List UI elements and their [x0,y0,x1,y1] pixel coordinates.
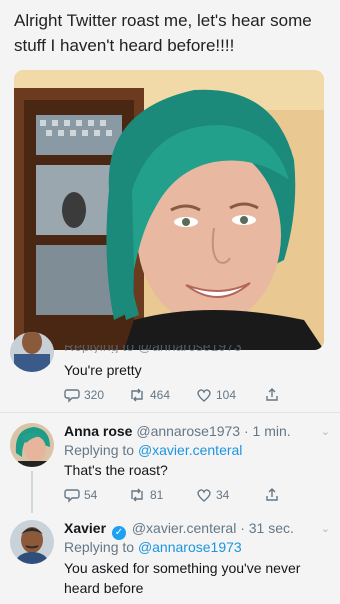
timestamp[interactable]: · 31 sec. [240,520,294,536]
retweet-button[interactable]: 81 [128,487,196,503]
chevron-down-icon[interactable]: ⌄ [321,425,330,438]
tweet-reply-2[interactable]: Anna rose @annarose1973 · 1 min. ⌄ Reply… [0,413,340,513]
user-handle[interactable]: @xavier.centeral [132,520,236,536]
verified-badge-icon: ✓ [111,526,126,540]
avatar[interactable] [10,423,54,467]
tweet-actions: 320 464 104 [64,387,280,403]
replying-to: Replying to @annarose1973 [64,539,242,555]
reply-button[interactable]: 54 [64,487,128,503]
like-button[interactable]: 104 [196,387,264,403]
replying-to-handle[interactable]: @xavier.centeral [138,442,242,458]
tweet-header: Anna rose @annarose1973 · 1 min. [64,423,291,439]
display-name[interactable]: Anna rose [64,423,132,439]
heart-icon [196,387,212,403]
replying-to-handle[interactable]: @annarose1973 [138,539,242,555]
replying-to: Replying to @xavier.centeral [64,442,242,458]
replying-to-label: Replying to [64,539,135,555]
tweet-text: You're pretty [64,362,142,378]
like-count: 104 [216,388,237,402]
tweet-reply-1[interactable]: Replying to @annarose1973 You're pretty … [0,332,340,418]
post-text: Alright Twitter roast me, let's hear som… [14,11,312,55]
selfie-photo[interactable] [14,70,324,350]
heart-icon [196,487,212,503]
display-name[interactable]: Xavier [64,520,106,536]
tweet-text: That's the roast? [64,462,168,478]
replying-to-label: Replying to [64,442,135,458]
thread-line [31,471,33,513]
avatar[interactable] [10,332,54,372]
retweet-icon [128,387,146,403]
user-handle[interactable]: @annarose1973 [136,423,240,439]
retweet-count: 81 [150,488,164,502]
chevron-down-icon[interactable]: ⌄ [321,522,330,535]
like-count: 34 [216,488,230,502]
reply-count: 320 [84,388,105,402]
share-button[interactable] [264,487,280,503]
partial-reply-header: Replying to @annarose1973 [64,345,242,353]
timestamp[interactable]: · 1 min. [244,423,291,439]
retweet-icon [128,487,146,503]
retweet-count: 464 [150,388,171,402]
like-button[interactable]: 34 [196,487,264,503]
share-button[interactable] [264,387,280,403]
tweet-text: You asked for something you've never hea… [64,560,301,596]
reply-count: 54 [84,488,98,502]
reply-button[interactable]: 320 [64,387,128,403]
tweet-reply-3[interactable]: Xavier ✓ @xavier.centeral · 31 sec. ⌄ Re… [0,510,340,604]
avatar[interactable] [10,520,54,564]
reply-icon [64,487,80,503]
tweet-header: Xavier ✓ @xavier.centeral · 31 sec. [64,520,294,540]
retweet-button[interactable]: 464 [128,387,196,403]
share-icon [264,387,280,403]
reply-icon [64,387,80,403]
tweet-actions: 54 81 34 [64,487,280,503]
share-icon [264,487,280,503]
